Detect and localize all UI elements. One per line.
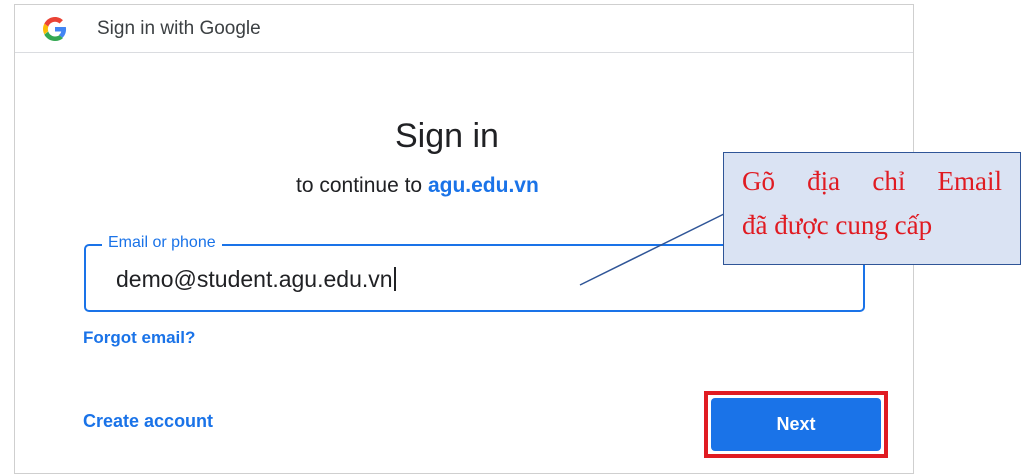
window-title: Sign in with Google <box>97 18 261 39</box>
create-account-link[interactable]: Create account <box>83 411 213 432</box>
google-g-icon <box>43 17 67 41</box>
email-input[interactable]: demo@student.agu.edu.vn <box>116 266 396 293</box>
email-input-value: demo@student.agu.edu.vn <box>116 266 393 292</box>
page-subtitle: to continue to agu.edu.vn <box>296 174 539 198</box>
annotation-callout: Gõ địa chỉ Email đã được cung cấp <box>723 152 1021 265</box>
callout-line-1: Gõ địa chỉ Email <box>742 159 1002 203</box>
next-button[interactable]: Next <box>711 398 881 451</box>
subtitle-domain: agu.edu.vn <box>427 174 539 197</box>
callout-word: Gõ <box>742 166 775 196</box>
forgot-email-link[interactable]: Forgot email? <box>83 328 195 348</box>
callout-line-2: đã được cung cấp <box>742 210 933 240</box>
subtitle-prefix: to continue to <box>296 174 423 197</box>
callout-word: chỉ <box>872 166 906 196</box>
callout-word: Email <box>937 166 1002 196</box>
titlebar: Sign in with Google <box>15 5 913 53</box>
callout-word: địa <box>807 166 841 196</box>
email-field-label: Email or phone <box>102 234 222 252</box>
page-title: Sign in <box>395 117 499 155</box>
text-cursor <box>393 267 396 291</box>
